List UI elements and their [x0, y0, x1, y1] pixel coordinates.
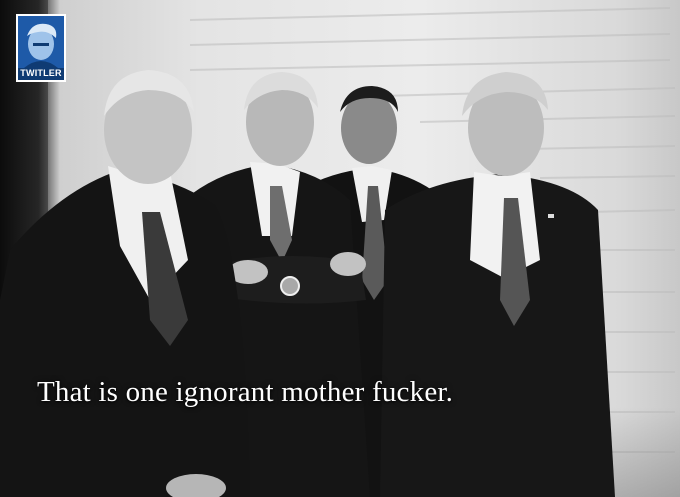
- man-right: [380, 72, 615, 497]
- caption-text: That is one ignorant mother fucker.: [37, 376, 454, 408]
- portrait-icon: [18, 16, 64, 68]
- four-men-group: [0, 70, 615, 497]
- photo: TWITLER That is one ignorant mother fuck…: [0, 0, 680, 497]
- twitler-logo: TWITLER: [16, 14, 66, 82]
- logo-label: TWITLER: [20, 68, 62, 78]
- man-left: [0, 70, 250, 497]
